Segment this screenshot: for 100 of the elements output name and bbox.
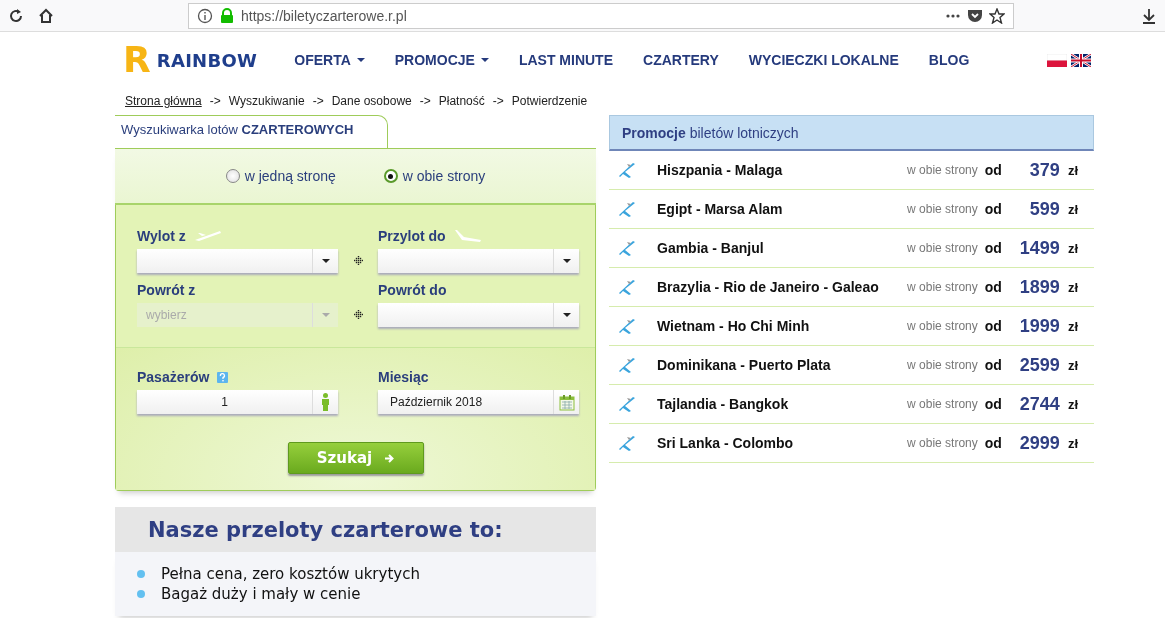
breadcrumb-step: Wyszukiwanie — [228, 94, 305, 108]
currency-text: zł — [1067, 240, 1078, 256]
nav-link[interactable]: CZARTERY — [628, 52, 734, 68]
currency-text: zł — [1067, 201, 1078, 217]
currency-text: zł — [1067, 279, 1078, 295]
price-text: 1899 — [1018, 276, 1060, 298]
currency-text: zł — [1067, 162, 1078, 178]
caret-icon — [480, 58, 489, 62]
trip-type-text: w obie strony — [907, 280, 978, 294]
route-link[interactable]: Gambia - Banjul — [657, 240, 908, 256]
takeoff-plane-icon — [193, 229, 222, 243]
price-text: 2999 — [1018, 432, 1060, 454]
benefit-text: Bagaż duży i mały w cenie — [161, 584, 361, 604]
plane-icon — [617, 355, 637, 375]
route-link[interactable]: Egipt - Marsa Alam — [657, 201, 908, 217]
link-dots-icon — [353, 256, 363, 265]
currency-text: zł — [1067, 435, 1078, 451]
from-text: od — [984, 162, 1002, 178]
lock-icon — [219, 7, 235, 24]
caret-icon — [562, 313, 571, 317]
nav-link[interactable]: BLOG — [913, 52, 985, 68]
home-icon[interactable] — [38, 7, 54, 24]
month-field[interactable]: Październik 2018 — [378, 390, 579, 414]
price-text: 1499 — [1018, 237, 1060, 259]
trip-type-radio[interactable]: w obie strony — [383, 168, 486, 184]
plane-icon — [617, 316, 637, 336]
caret-icon — [321, 313, 330, 317]
arrow-icon — [384, 453, 395, 463]
route-link[interactable]: Tajlandia - Bangkok — [657, 396, 908, 412]
route-link[interactable]: Hiszpania - Malaga — [657, 162, 908, 178]
currency-text: zł — [1067, 318, 1078, 334]
plane-icon — [617, 277, 637, 297]
from-text: od — [984, 279, 1002, 295]
price-text: 2744 — [1018, 393, 1060, 415]
breadcrumb-step: Potwierdzenie — [511, 94, 588, 108]
route-link[interactable]: Wietnam - Ho Chi Minh — [657, 318, 908, 334]
section-heading: Nasze przeloty czarterowe to: — [115, 507, 596, 552]
logo-text[interactable]: RAINBOW — [156, 49, 258, 71]
breadcrumb-link[interactable]: Strona główna — [125, 94, 202, 108]
radio-icon[interactable] — [383, 169, 398, 183]
plane-icon — [617, 394, 637, 414]
promotions-heading: Promocje biletów lotniczych — [609, 115, 1094, 151]
bullet-icon — [137, 590, 145, 598]
trip-type-text: w obie strony — [907, 163, 978, 177]
price-text: 379 — [1028, 159, 1060, 181]
star-icon[interactable] — [989, 7, 1005, 24]
info-icon — [197, 7, 213, 24]
caret-icon — [562, 259, 571, 263]
from-text: od — [984, 357, 1002, 373]
trip-type-text: w obie strony — [907, 241, 978, 255]
caret-icon — [356, 58, 365, 62]
nav-link[interactable]: OFERTA — [279, 52, 380, 68]
from-text: od — [984, 240, 1002, 256]
field-label: Miesiąc — [378, 369, 429, 385]
pocket-icon[interactable] — [967, 7, 983, 24]
from-text: od — [984, 201, 1002, 217]
breadcrumb-separator: -> — [419, 94, 431, 108]
link-dots-icon — [353, 310, 363, 319]
bullet-icon — [137, 570, 145, 578]
from-text: od — [984, 318, 1002, 334]
nav-link[interactable]: WYCIECZKI LOKALNE — [733, 52, 914, 68]
price-text: 2599 — [1018, 354, 1060, 376]
from-text: od — [984, 396, 1002, 412]
field-label: Powrót do — [378, 282, 447, 298]
trip-type-text: w obie strony — [907, 397, 978, 411]
download-icon[interactable] — [1141, 7, 1157, 24]
price-text: 599 — [1028, 198, 1060, 220]
currency-text: zł — [1067, 357, 1078, 373]
nav-link[interactable]: LAST MINUTE — [503, 52, 628, 68]
trip-type-text: w obie strony — [907, 202, 978, 216]
route-link[interactable]: Dominikana - Puerto Plata — [657, 357, 908, 373]
radio-icon[interactable] — [225, 169, 240, 183]
field-label: Wylot z — [137, 228, 186, 244]
person-icon — [321, 393, 330, 411]
caret-icon — [321, 259, 330, 263]
breadcrumb-step: Dane osobowe — [331, 94, 412, 108]
breadcrumb-separator: -> — [492, 94, 504, 108]
passengers-field[interactable]: 1 — [137, 390, 338, 414]
flag-icon[interactable] — [1071, 53, 1091, 67]
plane-icon — [617, 199, 637, 219]
trip-type-radio[interactable]: w jedną stronę — [225, 168, 336, 184]
route-link[interactable]: Brazylia - Rio de Janeiro - Galeao — [657, 279, 908, 295]
field-label: Powrót z — [137, 282, 196, 298]
reload-icon[interactable] — [8, 7, 24, 24]
calendar-icon[interactable] — [558, 393, 575, 411]
field-label: Pasażerów — [137, 369, 210, 385]
address-bar[interactable]: https://biletyczarterowe.r.pl — [188, 2, 1014, 29]
trip-type-text: w obie strony — [907, 319, 978, 333]
breadcrumb-separator: -> — [209, 94, 221, 108]
landing-plane-icon — [453, 229, 482, 243]
price-text: 1999 — [1018, 315, 1060, 337]
trip-type-text: w obie strony — [907, 358, 978, 372]
plane-icon — [617, 433, 637, 453]
route-link[interactable]: Sri Lanka - Colombo — [657, 435, 908, 451]
nav-link[interactable]: PROMOCJE — [379, 52, 504, 68]
plane-icon — [617, 238, 637, 258]
field-label: Przylot do — [378, 228, 446, 244]
from-text: od — [984, 435, 1002, 451]
currency-text: zł — [1067, 396, 1078, 412]
plane-icon — [617, 160, 637, 180]
